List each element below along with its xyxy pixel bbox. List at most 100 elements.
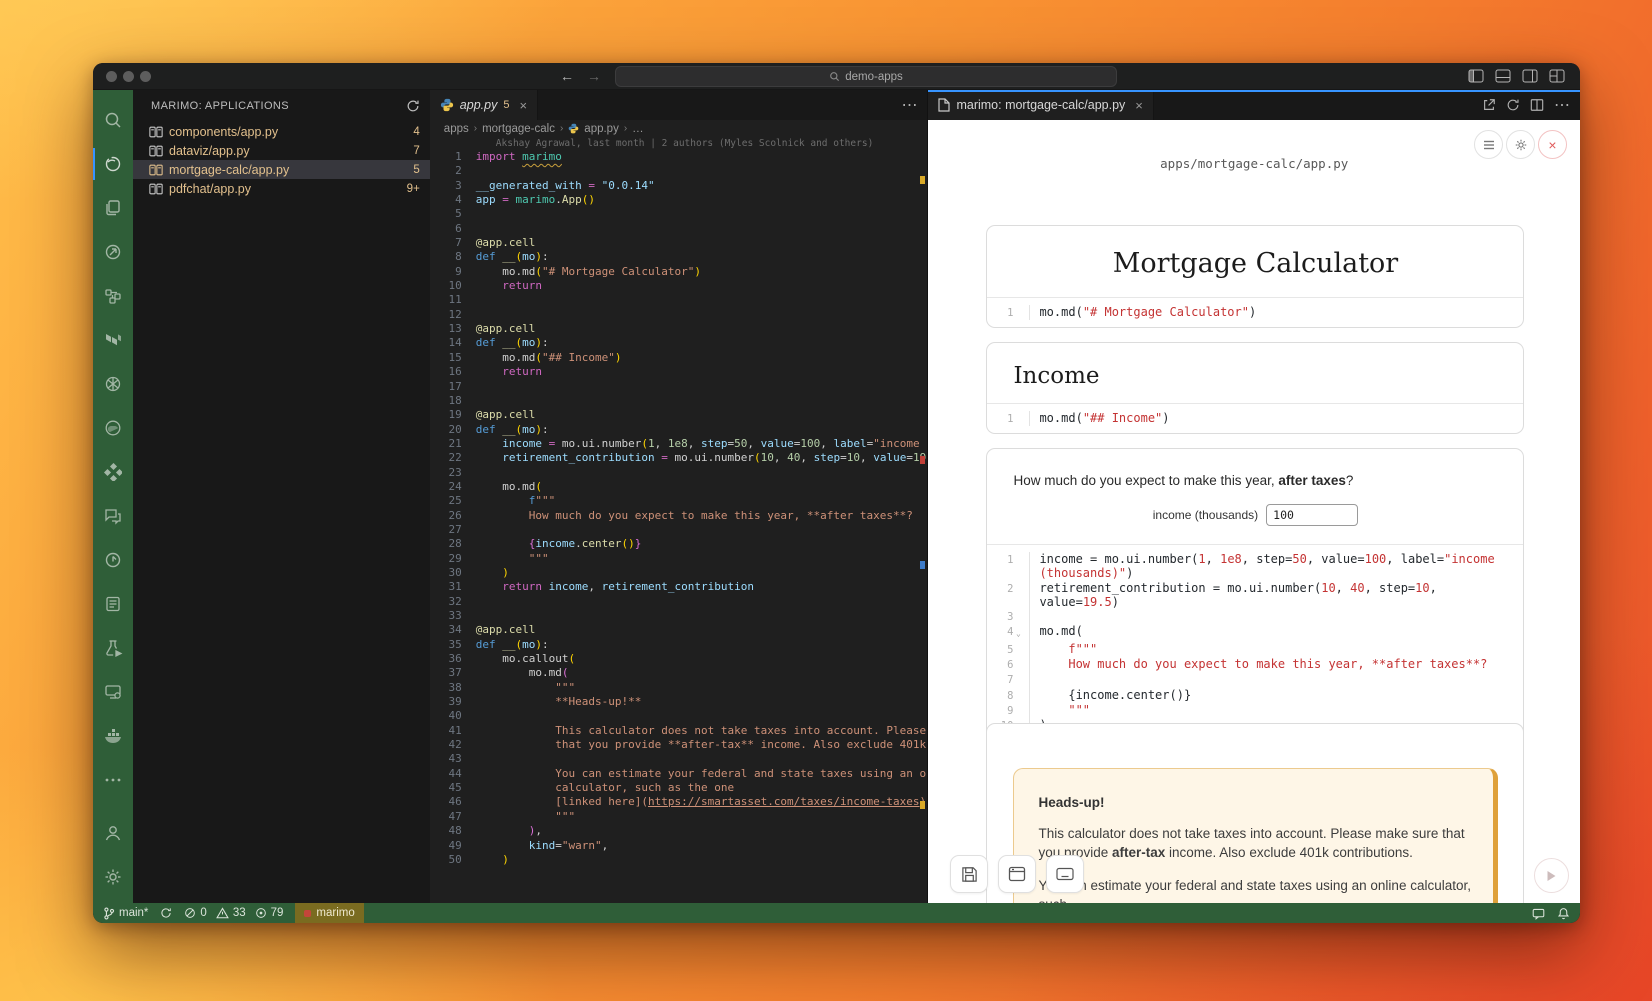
marimo-status-chip[interactable]: marimo <box>295 903 363 923</box>
nav-back-icon[interactable]: ← <box>558 67 576 85</box>
income-input-label: income (thousands) <box>1153 508 1258 522</box>
menu-button[interactable] <box>1474 130 1503 159</box>
breadcrumb-file[interactable]: app.py <box>584 123 619 135</box>
traffic-light-close[interactable] <box>106 71 117 82</box>
open-external-icon[interactable] <box>1482 98 1496 112</box>
tab-close-icon[interactable]: × <box>519 98 527 113</box>
problem-count-badge: 5 <box>413 164 419 176</box>
sidebar-item-mortgage-calc[interactable]: mortgage-calc/app.py 5 <box>133 160 430 179</box>
cell-code[interactable]: 1income = mo.ui.number(1, 1e8, step=50, … <box>987 545 1523 741</box>
marimo-webview: × apps/mortgage-calc/app.py Mortgage Cal… <box>928 120 1580 903</box>
tab-close-icon[interactable]: × <box>1135 98 1143 113</box>
marimo-activity-icon[interactable] <box>93 142 133 186</box>
errors-icon <box>184 907 196 919</box>
branch-icon <box>103 907 115 920</box>
editor-more-actions-icon[interactable]: ⋯ <box>901 95 917 115</box>
activity-bar <box>93 90 133 903</box>
keyboard-icon <box>1056 867 1074 881</box>
infrastructure-activity-icon[interactable] <box>93 274 133 318</box>
callout-paragraph: You can estimate your federal and state … <box>1038 876 1483 903</box>
traffic-light-zoom[interactable] <box>140 71 151 82</box>
code-editor[interactable]: Akshay Agrawal, last month | 2 authors (… <box>430 137 928 903</box>
test-beaker-activity-icon[interactable] <box>93 626 133 670</box>
toggle-sidebar-right-icon[interactable] <box>1521 67 1539 85</box>
editor-group-code: app.py 5 × ⋯ apps› mortgage-calc› app.py… <box>430 90 928 903</box>
breadcrumb-symbol[interactable]: … <box>632 123 644 135</box>
more-actions-icon[interactable]: ⋯ <box>1554 95 1570 115</box>
run-app-button[interactable] <box>1534 858 1569 893</box>
hint-count: 79 <box>271 907 284 919</box>
sidebar-item-pdfchat[interactable]: pdfchat/app.py 9+ <box>133 179 430 198</box>
python-icon <box>440 98 454 112</box>
search-activity-icon[interactable] <box>93 98 133 142</box>
cell-code[interactable]: 1mo.md("# Mortgage Calculator") <box>987 298 1523 327</box>
notifications-bell-icon[interactable] <box>1557 907 1570 920</box>
pages-activity-icon[interactable] <box>93 186 133 230</box>
toggle-panel-icon[interactable] <box>1494 67 1512 85</box>
nav-forward-icon[interactable]: → <box>585 67 603 85</box>
sync-status[interactable] <box>160 907 172 919</box>
notebook-file-icon <box>149 183 163 195</box>
save-button[interactable] <box>950 855 988 893</box>
overview-mark-modified <box>920 176 925 184</box>
problem-count-badge: 9+ <box>407 183 420 195</box>
terraform-activity-icon[interactable] <box>93 318 133 362</box>
shutdown-button[interactable]: × <box>1538 130 1567 159</box>
remote-screen-activity-icon[interactable] <box>93 670 133 714</box>
run-circle-activity-icon[interactable] <box>93 230 133 274</box>
file-name: mortgage-calc/app.py <box>169 163 289 177</box>
docker-activity-icon[interactable] <box>93 714 133 758</box>
traffic-light-minimize[interactable] <box>123 71 134 82</box>
comments-activity-icon[interactable] <box>93 494 133 538</box>
code-lines: 1import marimo2 3__generated_with = "0.0… <box>430 150 928 867</box>
desktop-background: ← → demo-apps <box>0 0 1652 1001</box>
warnings-icon <box>216 907 229 919</box>
feedback-icon[interactable] <box>1532 907 1545 920</box>
accounts-icon[interactable] <box>93 811 133 855</box>
app-settings-button[interactable] <box>1506 130 1535 159</box>
sidebar-item-components[interactable]: components/app.py 4 <box>133 122 430 141</box>
problem-count-badge: 7 <box>413 145 419 157</box>
file-name: dataviz/app.py <box>169 144 250 158</box>
notebook-activity-icon[interactable] <box>93 582 133 626</box>
browser-window-icon <box>1008 866 1026 882</box>
close-icon: × <box>1548 137 1556 153</box>
sphere-activity-icon[interactable] <box>93 362 133 406</box>
breadcrumb-apps[interactable]: apps <box>444 123 469 135</box>
search-text: demo-apps <box>845 71 903 83</box>
overview-mark-error <box>920 456 925 464</box>
keyboard-shortcuts-button[interactable] <box>1046 855 1084 893</box>
tab-bar: marimo: mortgage-calc/app.py × ⋯ <box>928 90 1580 120</box>
tab-marimo-preview[interactable]: marimo: mortgage-calc/app.py × <box>928 90 1153 120</box>
breadcrumb[interactable]: apps› mortgage-calc› app.py› … <box>430 120 928 137</box>
cell-code[interactable]: 1mo.md("## Income") <box>987 404 1523 433</box>
play-circle-activity-icon[interactable] <box>93 538 133 582</box>
hamburger-icon <box>1483 140 1495 150</box>
settings-gear-icon[interactable] <box>93 855 133 899</box>
problems-status[interactable]: 0 33 79 <box>184 907 283 919</box>
toggle-sidebar-left-icon[interactable] <box>1467 67 1485 85</box>
open-in-browser-button[interactable] <box>998 855 1036 893</box>
split-editor-icon[interactable] <box>1530 98 1544 112</box>
more-activity-icon[interactable] <box>93 758 133 802</box>
tab-modified-badge: 5 <box>503 99 509 111</box>
breadcrumb-folder[interactable]: mortgage-calc <box>482 123 555 135</box>
save-icon <box>961 866 978 883</box>
sidebar-item-dataviz[interactable]: dataviz/app.py 7 <box>133 141 430 160</box>
warning-count: 33 <box>233 907 246 919</box>
notebook-file-icon <box>149 126 163 138</box>
command-center-search[interactable]: demo-apps <box>615 66 1117 87</box>
income-number-input[interactable] <box>1266 504 1358 526</box>
github-activity-icon[interactable] <box>93 406 133 450</box>
file-name: components/app.py <box>169 125 278 139</box>
git-blame-annotation: Akshay Agrawal, last month | 2 authors (… <box>430 137 928 150</box>
sidebar-title: MARIMO: APPLICATIONS <box>151 100 289 112</box>
customize-layout-icon[interactable] <box>1548 67 1566 85</box>
refresh-icon[interactable] <box>406 99 420 113</box>
tab-app-py[interactable]: app.py 5 × <box>430 90 538 120</box>
question-text: How much do you expect to make this year… <box>987 449 1523 488</box>
git-branch-status[interactable]: main* <box>103 907 148 920</box>
pinwheel-activity-icon[interactable] <box>93 450 133 494</box>
refresh-icon[interactable] <box>1506 98 1520 112</box>
tab-label: marimo: mortgage-calc/app.py <box>956 98 1125 112</box>
